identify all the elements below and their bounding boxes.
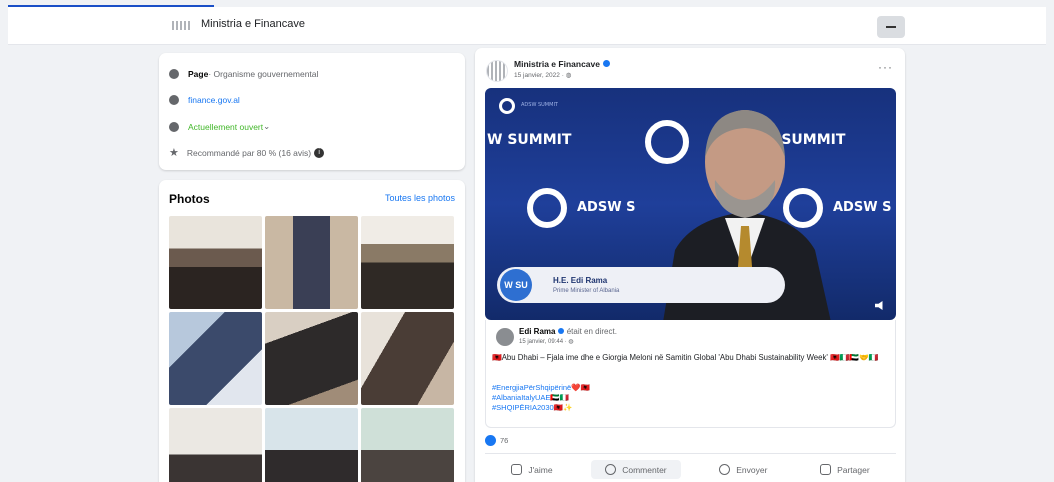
hashtag-list: #EnergjiaPërShqipërinë❤️🇦🇱 #AlbaniaItaly… [492,383,590,413]
shared-date[interactable]: 15 janvier, 09:44 · ◍ [519,338,574,345]
photo-thumbnail[interactable] [265,408,358,482]
speaker-name: H.E. Edi Rama [553,276,608,285]
verified-badge-icon [602,60,610,67]
lower-third-badge: W SU [500,269,532,301]
photo-thumbnail[interactable] [169,216,262,309]
intro-category: Page · Organisme gouvernemental [169,69,318,79]
photo-thumbnail[interactable] [169,312,262,405]
shared-author-name[interactable]: Edi Rama [519,327,555,336]
photo-thumbnail[interactable] [361,408,454,482]
intro-rating: ★ Recommandé par 80 % (16 avis) i [169,146,325,159]
photo-thumbnail[interactable] [361,312,454,405]
photo-thumbnail[interactable] [361,216,454,309]
shared-date-text[interactable]: 15 janvier, 09:44 · [519,339,568,345]
see-all-photos-link[interactable]: Toutes les photos [385,193,455,203]
post-date-text[interactable]: 15 janvier, 2022 · [514,72,566,79]
share-icon [820,464,832,475]
photo-thumbnail[interactable] [265,312,358,405]
thumbs-up-icon [511,464,523,475]
author-avatar[interactable] [486,60,508,82]
clock-icon [169,121,179,132]
speaker-role: Prime Minister of Albania [553,288,620,294]
shared-message: 🇦🇱Abu Dhabi – Fjala ime dhe e Giorgia Me… [492,353,879,362]
photo-thumbnail[interactable] [265,216,358,309]
shared-author[interactable]: Edi Rama était en direct. [519,327,617,336]
comment-icon [605,464,617,475]
star-icon: ★ [169,147,179,159]
globe-icon [169,95,179,105]
intro-category-bold: Page [188,69,209,79]
send-button[interactable]: Envoyer [705,460,781,479]
video-banner-mid-left: ADSW S [577,200,636,215]
like-reaction-icon [485,435,496,446]
intro-category-text: · Organisme gouvernemental [208,69,319,79]
page-header-bar: Ministria e Financave [8,7,1046,45]
globe-icon: ◍ [568,339,574,345]
page-name[interactable]: Ministria e Financave [201,18,305,30]
minus-icon [886,26,896,28]
post-more-options-button[interactable]: ··· [878,60,893,74]
like-button[interactable]: J'aime [497,460,566,479]
post-date[interactable]: 15 janvier, 2022 · ◍ [514,71,571,79]
hours-chevron-down-icon[interactable]: ⌄ [263,121,270,132]
send-label: Envoyer [736,464,768,475]
open-status[interactable]: Actuellement ouvert [188,122,263,132]
photos-title: Photos [169,192,210,206]
shared-status: était en direct. [564,327,617,336]
video-banner-mid-right: ADSW S [833,200,892,215]
hashtag-link[interactable]: #SHQIPËRIA2030🇦🇱✨ [492,403,590,413]
website-link[interactable]: finance.gov.al [188,95,240,105]
volume-icon[interactable] [875,301,883,310]
hashtag-link[interactable]: #EnergjiaPërShqipërinë❤️🇦🇱 [492,383,590,393]
video-player[interactable]: ADSW SUMMIT W SUMMIT W SUMMIT ADSW S ADS… [485,88,896,320]
share-label: Partager [837,464,870,475]
post-action-bar: J'aime Commenter Envoyer Partager [485,453,896,479]
adsw-logo-icon [527,188,567,228]
adsw-logo-icon [499,98,515,114]
rating-info-icon[interactable]: i [314,147,325,158]
info-icon [169,69,179,79]
top-link-underline[interactable] [8,0,214,7]
hashtag-link[interactable]: #AlbaniaItalyUAE🇦🇪🇮🇹 [492,393,590,403]
intro-card: Page · Organisme gouvernemental finance.… [159,53,465,170]
photo-thumbnail[interactable] [169,408,262,482]
shared-author-avatar[interactable] [496,328,514,346]
post-author[interactable]: Ministria e Financave [514,59,610,69]
post-card: Ministria e Financave 15 janvier, 2022 ·… [475,48,905,482]
like-label: J'aime [528,464,553,475]
reaction-count[interactable]: 76 [500,436,508,445]
messenger-icon [719,464,731,475]
globe-icon: ◍ [565,72,572,79]
shared-post: Edi Rama était en direct. 15 janvier, 09… [485,320,896,428]
photos-card: Photos Toutes les photos [159,180,465,482]
comment-button[interactable]: Commenter [591,460,681,479]
photo-grid [169,216,454,482]
post-author-name[interactable]: Ministria e Financave [514,59,600,69]
share-button[interactable]: Partager [806,460,884,479]
ministry-logo-icon [172,21,192,30]
video-logo-small: ADSW SUMMIT [521,102,558,108]
intro-hours[interactable]: Actuellement ouvert ⌄ [169,121,270,132]
more-menu-button[interactable] [877,16,905,38]
video-banner-left: W SUMMIT [487,132,572,148]
rating-text: Recommandé par 80 % (16 avis) [186,147,312,158]
intro-website[interactable]: finance.gov.al [169,95,240,105]
video-lower-third: W SU H.E. Edi Rama Prime Minister of Alb… [497,267,785,303]
reaction-summary[interactable]: 76 [485,435,508,446]
comment-label: Commenter [622,464,667,475]
